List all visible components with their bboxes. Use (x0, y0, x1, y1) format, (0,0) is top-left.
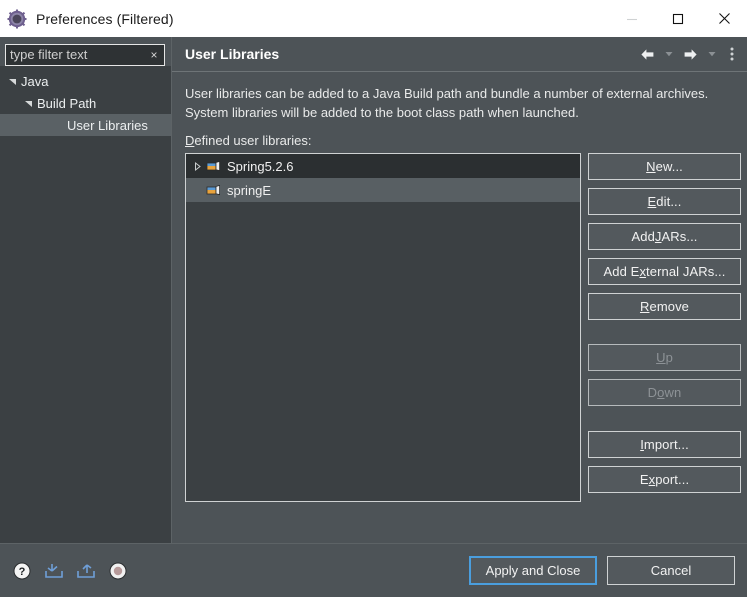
filter-box[interactable]: × (5, 44, 165, 66)
export-preferences-icon[interactable] (75, 560, 97, 582)
page-header: User Libraries (172, 37, 747, 72)
preferences-gear-icon (7, 9, 27, 29)
import-button[interactable]: Import... (588, 431, 741, 458)
maximize-button[interactable] (655, 0, 701, 37)
twisty-collapsed-icon[interactable] (188, 161, 206, 171)
defined-libraries-mnemonic: D (185, 133, 195, 148)
user-library-icon (206, 158, 222, 174)
list-item[interactable]: springE (186, 178, 580, 202)
cancel-button[interactable]: Cancel (607, 556, 735, 585)
list-item[interactable]: Spring5.2.6 (186, 154, 580, 178)
down-button-pre: D (647, 385, 658, 400)
list-item-label: Spring5.2.6 (227, 158, 294, 174)
preferences-sidebar: × Java Build Path User Libraries (0, 37, 172, 543)
libraries-row: Spring5.2.6 springE N ew... E dit... Add… (185, 153, 741, 543)
page-content: User libraries can be added to a Java Bu… (172, 72, 747, 543)
back-dropdown-icon[interactable] (659, 43, 678, 65)
edit-button-post: dit... (656, 194, 682, 209)
add-jars-button-mnemonic: J (654, 229, 662, 244)
list-item-label: springE (227, 182, 272, 198)
window-title: Preferences (Filtered) (36, 10, 174, 27)
restore-defaults-icon[interactable] (107, 560, 129, 582)
defined-libraries-rest: efined user libraries: (194, 133, 312, 148)
search-input[interactable] (6, 45, 164, 65)
add-external-jars-button-pre: Add E (603, 264, 640, 279)
svg-text:?: ? (19, 566, 26, 578)
down-button-post: wn (664, 385, 682, 400)
forward-icon[interactable] (679, 43, 701, 65)
back-icon[interactable] (636, 43, 658, 65)
down-button[interactable]: Do wn (588, 379, 741, 406)
new-button-post: ew... (655, 159, 683, 174)
twisty-expanded-icon[interactable] (6, 77, 19, 86)
export-button-post: port... (655, 472, 690, 487)
sidebar-item-label: User Libraries (67, 117, 148, 133)
up-button[interactable]: Up (588, 344, 741, 371)
up-button-mnemonic: U (656, 350, 666, 365)
add-external-jars-button-mnemonic: x (639, 264, 647, 279)
dialog-footer: ? Apply and Close Cancel (0, 543, 747, 597)
twisty-expanded-icon[interactable] (22, 99, 35, 108)
edit-button[interactable]: Edit... (588, 188, 741, 215)
sidebar-item-label: Build Path (37, 95, 97, 111)
remove-button-post: emove (649, 299, 690, 314)
user-libraries-list[interactable]: Spring5.2.6 springE (185, 153, 581, 502)
forward-dropdown-icon[interactable] (702, 43, 721, 65)
add-external-jars-button[interactable]: Add Ex ternal JARs... (588, 258, 741, 285)
defined-libraries-label: Defined user libraries: (185, 133, 741, 148)
sidebar-item-user-libraries[interactable]: User Libraries (0, 114, 171, 136)
footer-buttons: Apply and Close Cancel (469, 556, 735, 585)
footer-icons: ? (11, 560, 469, 582)
new-button[interactable]: New... (588, 153, 741, 180)
preferences-tree: Java Build Path User Libraries (0, 66, 171, 543)
page-title: User Libraries (185, 46, 280, 62)
up-button-post: p (665, 350, 673, 365)
page-header-toolbar (636, 43, 741, 65)
sidebar-item-build-path[interactable]: Build Path (0, 92, 171, 114)
import-preferences-icon[interactable] (43, 560, 65, 582)
view-menu-icon[interactable] (722, 43, 741, 65)
export-button-mnemonic: x (648, 472, 656, 487)
sidebar-item-label: Java (21, 73, 49, 89)
down-button-mnemonic: o (657, 385, 665, 400)
export-button[interactable]: Ex port... (588, 466, 741, 493)
edit-button-mnemonic: E (647, 194, 657, 209)
add-jars-button-post: ARs... (661, 229, 698, 244)
user-library-icon (206, 182, 222, 198)
library-actions: New... Edit... Add J ARs... Add Ex ternal … (581, 153, 741, 501)
export-button-pre: E (639, 472, 649, 487)
add-external-jars-button-post: ternal JARs... (646, 264, 726, 279)
sidebar-item-java[interactable]: Java (0, 70, 171, 92)
add-jars-button[interactable]: Add J ARs... (588, 223, 741, 250)
new-button-mnemonic: N (646, 159, 656, 174)
page-description: User libraries can be added to a Java Bu… (185, 86, 709, 120)
import-button-post: mport... (643, 437, 689, 452)
apply-and-close-button[interactable]: Apply and Close (469, 556, 597, 585)
clear-filter-icon[interactable]: × (147, 47, 161, 62)
remove-button-mnemonic: R (639, 299, 650, 314)
remove-button[interactable]: Remove (588, 293, 741, 320)
filter-area: × (0, 37, 171, 66)
help-icon[interactable]: ? (11, 560, 33, 582)
close-button[interactable] (701, 0, 747, 37)
window-titlebar: Preferences (Filtered) (0, 0, 747, 37)
minimize-button[interactable] (609, 0, 655, 37)
dialog-body: × Java Build Path User Libraries (0, 37, 747, 543)
window-controls (609, 0, 747, 37)
preference-page: User Libraries User libraries can be add… (172, 37, 747, 543)
add-jars-button-pre: Add (631, 229, 655, 244)
